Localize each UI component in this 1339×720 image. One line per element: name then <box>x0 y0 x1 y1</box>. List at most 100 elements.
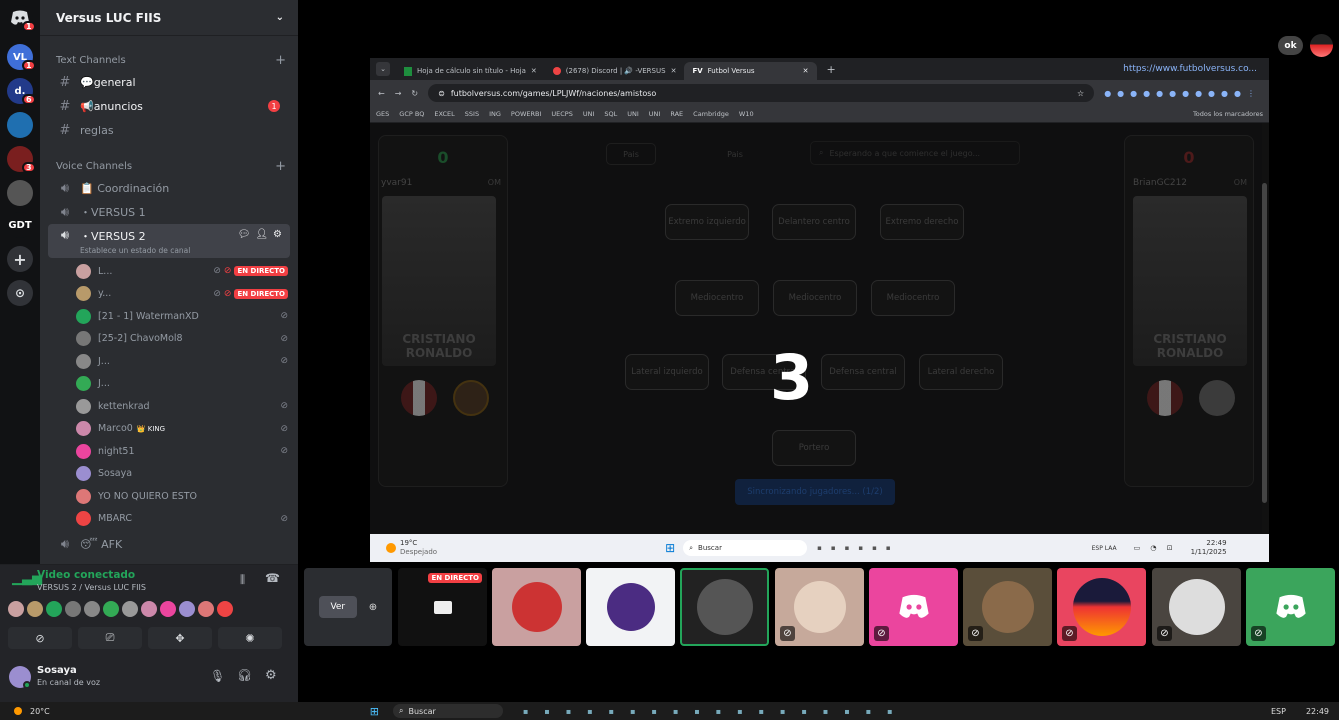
tile-participant-7[interactable]: ⊘ <box>1057 568 1146 646</box>
position-slot[interactable]: Mediocentro <box>675 280 759 316</box>
position-slot[interactable]: Portero <box>772 430 856 466</box>
url-field[interactable]: ⊜ futbolversus.com/games/LPLJWf/naciones/… <box>428 84 1095 102</box>
sync-button[interactable]: Sincronizando jugadores... (1/2) <box>735 479 895 505</box>
taskbar-app-icons[interactable]: ▪▪▪▪▪▪ <box>817 544 899 552</box>
tile-participant-8[interactable]: ⊘ <box>1152 568 1241 646</box>
headphones-icon[interactable]: 🎧︎ <box>237 668 252 682</box>
close-tab-icon[interactable]: ✕ <box>531 67 537 75</box>
tile-participant-9[interactable]: ⊘ <box>1246 568 1335 646</box>
voice-channels-category[interactable]: Voice Channels + <box>40 156 298 176</box>
position-slot[interactable]: Lateral derecho <box>919 354 1003 390</box>
discover-icon[interactable]: ⊙ <box>7 280 33 306</box>
position-slot[interactable]: Extremo derecho <box>880 204 964 240</box>
voice-user[interactable]: Marco0 👑 KING ⊘ <box>76 418 288 441</box>
close-tab-icon[interactable]: ✕ <box>671 67 677 75</box>
search-input[interactable]: ⌕ Esperando a que comience el juego... <box>810 141 1020 165</box>
stream-icon[interactable]: ⊕ <box>369 602 377 613</box>
voice-user[interactable]: kettenkrad ⊘ <box>76 395 288 418</box>
reload-icon[interactable]: ↻ <box>411 89 418 98</box>
server-icon-4[interactable]: 3 <box>7 146 36 173</box>
position-slot[interactable]: Defensa central <box>821 354 905 390</box>
voice-channel-coordinacion[interactable]: 🔊︎ 📋 Coordinación <box>48 176 290 200</box>
voice-user[interactable]: [25-2] ChavoMol8 ⊘ <box>76 328 288 351</box>
server-icon-vl[interactable]: VL 1 <box>7 44 36 71</box>
voice-user[interactable]: J... ⊘ <box>76 350 288 373</box>
tile-participant-4[interactable]: ⊘ <box>775 568 864 646</box>
voice-channel-versus2[interactable]: 🔊︎ ・VERSUS 2 Establece un estado de cana… <box>48 224 290 258</box>
bookmark-item[interactable]: GES <box>376 110 389 118</box>
screen-share-stream[interactable]: ⌄ Hoja de cálculo sin título - Hoja ✕ (26… <box>370 58 1269 562</box>
windows-start-icon[interactable]: ⊞ <box>370 705 379 718</box>
bookmark-item[interactable]: UECPS <box>551 110 572 118</box>
view-stream-button[interactable]: Ver <box>318 596 357 618</box>
screen-share-button[interactable]: ⎚ <box>78 627 142 649</box>
voice-user[interactable]: MBARC ⊘ <box>76 508 288 531</box>
voice-user[interactable]: [21 - 1] WatermanXD ⊘ <box>76 305 288 328</box>
voice-user[interactable]: y... ⊘ ⊘ EN DIRECTO <box>76 283 288 306</box>
ok-badge[interactable]: ok <box>1278 36 1303 55</box>
voice-channel-versus1[interactable]: 🔊︎ ・VERSUS 1 <box>48 200 290 224</box>
gear-icon[interactable]: ⚙ <box>273 229 282 240</box>
disconnect-icon[interactable]: ☎ <box>265 571 280 585</box>
remote-search-box[interactable]: ⌕ Buscar <box>683 540 808 556</box>
add-member-icon[interactable]: 👤︎ <box>255 229 268 240</box>
bookmark-item[interactable]: Cambridge <box>693 110 729 118</box>
position-slot[interactable]: Delantero centro <box>772 204 856 240</box>
voice-user[interactable]: YO NO QUIERO ESTO <box>76 485 288 508</box>
tile-participant-1[interactable] <box>492 568 581 646</box>
set-status-link[interactable]: Establece un estado de canal <box>80 246 190 255</box>
tab-pais-1[interactable]: Pais <box>606 143 656 165</box>
bookmark-item[interactable]: POWERBI <box>511 110 541 118</box>
bookmark-item[interactable]: W10 <box>739 110 754 118</box>
tab-pais-2[interactable]: Pais <box>710 143 760 165</box>
soundboard-button[interactable]: ✺ <box>218 627 282 649</box>
tile-view-stream[interactable]: Ver ⊕ <box>304 568 392 646</box>
bookmark-item[interactable]: ING <box>489 110 501 118</box>
activities-button[interactable]: ✥ <box>148 627 212 649</box>
voice-user[interactable]: L... ⊘ ⊘ EN DIRECTO <box>76 260 288 283</box>
stream-avatar[interactable] <box>1310 34 1333 57</box>
channel-anuncios[interactable]: # 📢anuncios 1 <box>48 94 290 118</box>
tile-live-stream[interactable]: EN DIRECTO <box>398 568 487 646</box>
tile-participant-5[interactable]: ⊘ <box>869 568 958 646</box>
system-tray-icons[interactable]: ▭ ◔ ⊡ <box>1134 544 1177 552</box>
voice-location[interactable]: VERSUS 2 / Versus LUC FIIS <box>37 583 146 592</box>
extensions-icons[interactable]: ●●●●●●●●●●●⋮ <box>1104 89 1261 98</box>
server-header[interactable]: Versus LUC FIIS ⌄ <box>40 0 298 36</box>
text-channels-category[interactable]: Text Channels + <box>40 50 298 70</box>
tab-search-icon[interactable]: ⌄ <box>376 62 390 76</box>
scrollbar[interactable] <box>1262 183 1267 503</box>
server-icon-gdt[interactable]: GDT <box>7 212 33 238</box>
position-slot[interactable]: Mediocentro <box>773 280 857 316</box>
back-icon[interactable]: ← <box>378 89 385 98</box>
voice-user[interactable]: J... <box>76 373 288 396</box>
close-tab-icon[interactable]: ✕ <box>803 67 809 75</box>
add-server-icon[interactable]: + <box>7 246 33 272</box>
browser-tab-futbol-versus[interactable]: FV Futbol Versus ✕ <box>684 62 817 80</box>
channel-reglas[interactable]: # reglas <box>48 118 290 142</box>
noise-suppression-icon[interactable]: ⫼ <box>240 573 245 587</box>
windows-start-icon[interactable]: ⊞ <box>665 541 675 555</box>
tile-participant-2[interactable] <box>586 568 675 646</box>
server-icon-5[interactable] <box>7 180 33 206</box>
bookmark-item[interactable]: GCP BQ <box>399 110 424 118</box>
position-slot[interactable]: Lateral izquierdo <box>625 354 709 390</box>
bookmark-item[interactable]: EXCEL <box>434 110 454 118</box>
tile-participant-6[interactable]: ⊘ <box>963 568 1052 646</box>
bookmark-item[interactable]: UNI <box>583 110 595 118</box>
bookmark-item[interactable]: SSIS <box>465 110 479 118</box>
browser-tab-discord[interactable]: (2678) Discord | 🔊 -VERSUS ✕ <box>545 62 685 80</box>
forward-icon[interactable]: → <box>395 89 402 98</box>
taskbar-app-icons[interactable]: ▪▪▪▪▪▪▪▪▪▪▪▪▪▪▪▪▪▪ <box>523 707 909 716</box>
voice-user[interactable]: night51 ⊘ <box>76 440 288 463</box>
camera-off-button[interactable]: ⊘ <box>8 627 72 649</box>
bookmark-item[interactable]: UNI <box>627 110 639 118</box>
position-slot[interactable]: Mediocentro <box>871 280 955 316</box>
tile-participant-speaking[interactable] <box>680 568 769 646</box>
voice-user[interactable]: Sosaya <box>76 463 288 486</box>
settings-gear-icon[interactable]: ⚙ <box>265 668 277 683</box>
add-channel-icon[interactable]: + <box>275 159 286 174</box>
add-channel-icon[interactable]: + <box>275 53 286 68</box>
bookmark-item[interactable]: SQL <box>604 110 617 118</box>
taskbar-search[interactable]: ⌕ Buscar <box>392 704 503 718</box>
